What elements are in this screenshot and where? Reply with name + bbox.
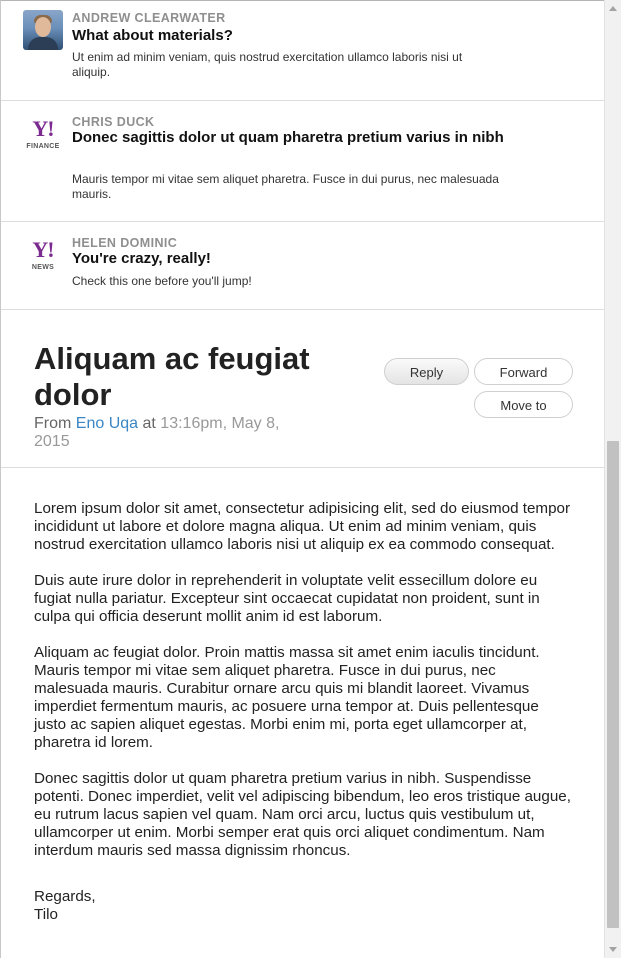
user-photo-icon — [23, 10, 63, 50]
at-label: at — [142, 415, 156, 432]
icon-caption: NEWS — [31, 264, 55, 271]
mail-date: 13:16pm, May 8, 2015 — [34, 415, 280, 450]
move-to-button[interactable]: Move to — [474, 391, 573, 418]
mail-meta: From Eno Uqa at 13:16pm, May 8, 2015 — [34, 415, 314, 451]
mail-signoff: Regards, — [34, 888, 96, 905]
message-sender: Helen Dominic — [72, 236, 178, 250]
sender-link[interactable]: Eno Uqa — [76, 415, 138, 432]
message-subject: Donec sagittis dolor ut quam pharetra pr… — [72, 129, 504, 146]
mail-body: Lorem ipsum dolor sit amet, consectetur … — [34, 500, 574, 878]
message-subject: You're crazy, really! — [72, 250, 211, 267]
icon-caption: FINANCE — [26, 143, 60, 150]
reply-button[interactable]: Reply — [384, 358, 469, 385]
scroll-up-arrow-icon[interactable] — [609, 6, 617, 11]
vertical-scrollbar[interactable] — [604, 0, 621, 958]
mail-app-frame: Andrew Clearwater What about materials? … — [0, 0, 604, 958]
yahoo-logo-text: Y! — [32, 116, 54, 141]
mail-paragraph: Duis aute irure dolor in reprehenderit i… — [34, 572, 540, 625]
message-list-item[interactable]: Y! FINANCE Chris Duck Donec sagittis dol… — [1, 101, 604, 222]
yahoo-news-icon: Y! NEWS — [23, 239, 63, 279]
mail-signature-block: Regards, Tilo — [34, 888, 96, 924]
scroll-down-arrow-icon[interactable] — [609, 947, 617, 952]
mail-paragraph: Aliquam ac feugiat dolor. Proin mattis m… — [34, 644, 540, 751]
message-subject: What about materials? — [72, 27, 233, 44]
mail-paragraph: Lorem ipsum dolor sit amet, consectetur … — [34, 500, 571, 553]
divider — [1, 467, 604, 468]
yahoo-logo-text: Y! — [32, 237, 54, 262]
message-list-item[interactable]: Y! NEWS Helen Dominic You're crazy, real… — [1, 222, 604, 310]
yahoo-finance-icon: Y! FINANCE — [23, 118, 63, 158]
from-label: From — [34, 415, 72, 432]
mail-title: Aliquam ac feugiat dolor — [34, 341, 310, 412]
forward-button[interactable]: Forward — [474, 358, 573, 385]
mail-signature: Tilo — [34, 906, 58, 923]
message-snippet: Ut enim ad minim veniam, quis nostrud ex… — [72, 50, 463, 79]
mail-paragraph: Donec sagittis dolor ut quam pharetra pr… — [34, 770, 571, 859]
message-sender: Andrew Clearwater — [72, 11, 226, 25]
message-list-item[interactable]: Andrew Clearwater What about materials? … — [1, 1, 604, 101]
message-snippet: Check this one before you'll jump! — [72, 274, 252, 288]
message-snippet: Mauris tempor mi vitae sem aliquet phare… — [72, 172, 499, 201]
scrollbar-thumb[interactable] — [607, 441, 619, 928]
message-sender: Chris Duck — [72, 115, 155, 129]
